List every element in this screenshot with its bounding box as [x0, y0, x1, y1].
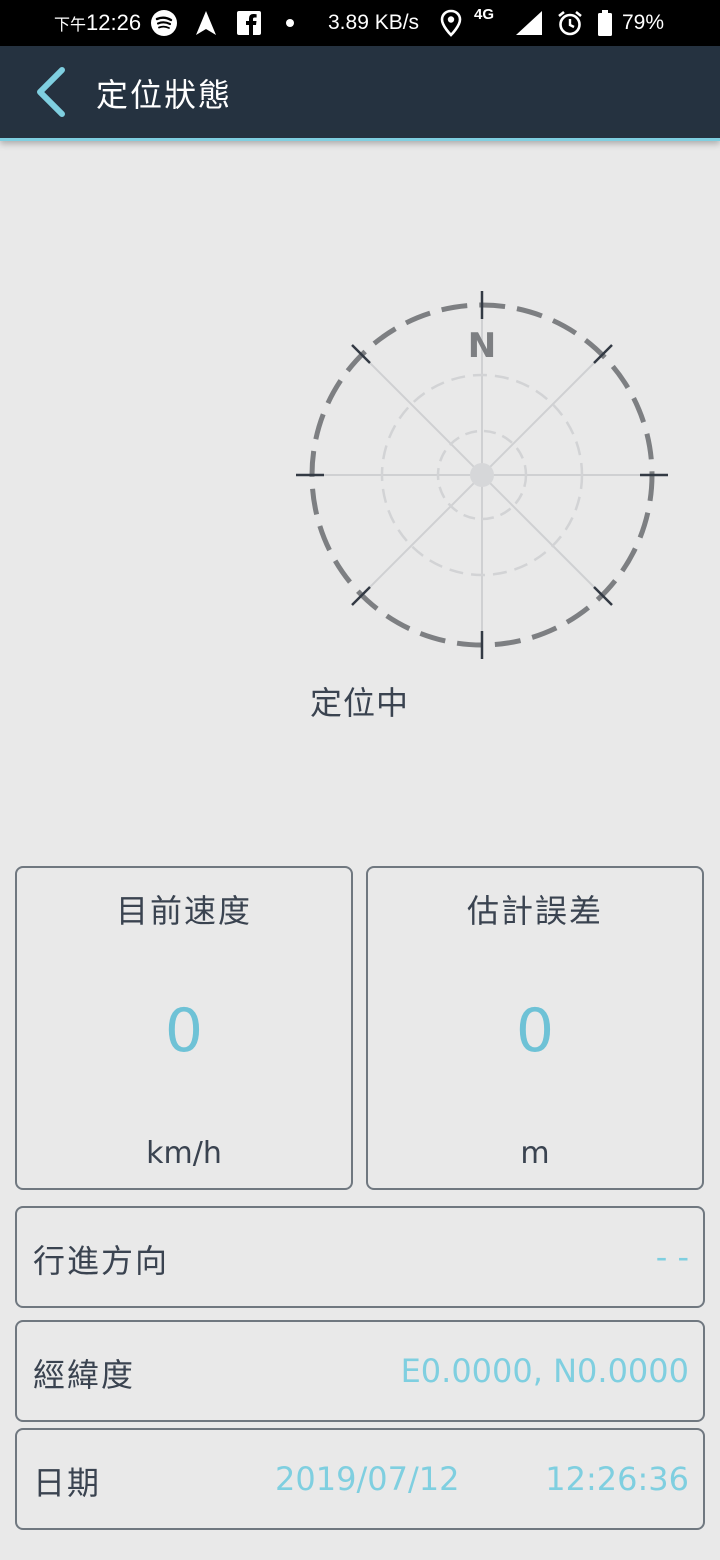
speed-card: 目前速度 0 km/h	[15, 866, 353, 1190]
error-unit: m	[520, 1136, 550, 1171]
compass-north-label: N	[468, 326, 496, 366]
status-time-prefix: 下午	[54, 17, 87, 34]
navigation-arrow-icon	[194, 9, 218, 37]
compass-icon: N	[296, 291, 668, 659]
location-status: 定位中	[310, 684, 410, 722]
coordinates-row: 經緯度 E0.0000, N0.0000	[15, 1320, 705, 1422]
alarm-icon	[556, 9, 584, 37]
spotify-icon	[150, 9, 178, 37]
network-speed: 3.89 KB/s	[328, 11, 420, 34]
app-bar: 定位狀態	[0, 46, 720, 141]
heading-row: 行進方向 - -	[15, 1206, 705, 1308]
facebook-icon	[236, 9, 262, 37]
status-time-value: 12:26	[86, 10, 142, 35]
status-bar: 下午12:26 3.89 KB/s 4G 79%	[0, 0, 720, 46]
battery-percent: 79%	[622, 11, 665, 34]
speed-unit: km/h	[146, 1136, 222, 1171]
back-arrow-icon	[37, 67, 65, 117]
time-value: 12:26:36	[545, 1460, 689, 1498]
back-button[interactable]	[28, 66, 80, 118]
signal-icon	[514, 9, 544, 37]
error-card: 估計誤差 0 m	[366, 866, 704, 1190]
coordinates-value: E0.0000, N0.0000	[400, 1352, 689, 1390]
date-label: 日期	[33, 1464, 102, 1502]
speed-title: 目前速度	[115, 892, 252, 930]
notification-dot-icon	[284, 9, 296, 37]
network-type: 4G	[474, 6, 495, 23]
error-title: 估計誤差	[466, 892, 603, 930]
heading-value: - -	[655, 1238, 689, 1276]
coordinates-label: 經緯度	[33, 1356, 136, 1394]
heading-label: 行進方向	[33, 1242, 170, 1280]
date-row: 日期 2019/07/12 12:26:36	[15, 1428, 705, 1530]
compass-center	[470, 463, 494, 487]
error-value: 0	[515, 996, 555, 1066]
speed-value: 0	[164, 996, 204, 1066]
page-title: 定位狀態	[96, 76, 233, 114]
status-time: 下午12:26	[54, 10, 141, 36]
battery-icon	[596, 9, 614, 37]
location-pin-icon	[440, 9, 462, 37]
date-value: 2019/07/12	[275, 1460, 460, 1498]
